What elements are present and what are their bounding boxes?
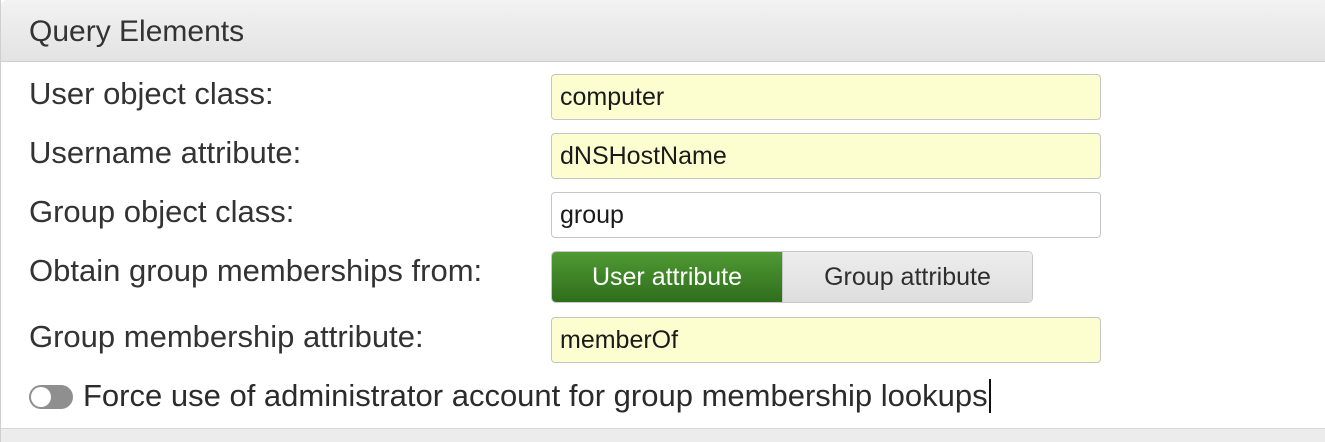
force-admin-label-text: Force use of administrator account for g… [83, 378, 988, 413]
group-membership-attribute-input[interactable] [551, 317, 1101, 363]
section-header: Query Elements [1, 0, 1325, 62]
toggle-knob [31, 387, 51, 407]
user-object-class-input[interactable] [551, 74, 1101, 120]
section-title: Query Elements [29, 15, 245, 48]
group-object-class-label: Group object class: [29, 194, 295, 229]
query-elements-panel: Query Elements User object class: Userna… [0, 0, 1325, 442]
user-object-class-label: User object class: [29, 76, 274, 111]
text-caret [988, 379, 991, 413]
membership-source-label: Obtain group memberships from: [29, 253, 483, 288]
membership-source-selector: User attribute Group attribute [551, 251, 1033, 303]
user-attribute-option[interactable]: User attribute [552, 252, 782, 302]
next-section-edge [1, 428, 1325, 442]
username-attribute-input[interactable] [551, 133, 1101, 179]
group-membership-attribute-label: Group membership attribute: [29, 319, 424, 354]
force-admin-toggle[interactable] [29, 385, 73, 409]
group-object-class-input[interactable] [551, 192, 1101, 238]
group-attribute-option[interactable]: Group attribute [782, 252, 1032, 302]
force-admin-label: Force use of administrator account for g… [83, 378, 991, 414]
username-attribute-label: Username attribute: [29, 135, 302, 170]
